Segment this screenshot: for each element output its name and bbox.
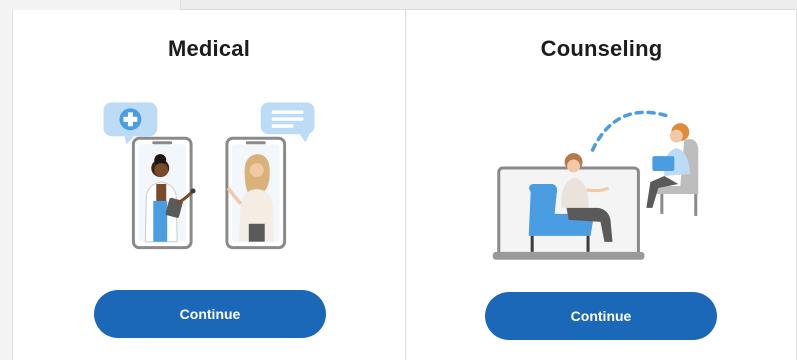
patient-phone-icon [225, 136, 287, 250]
therapist-client-video-session-illustration [492, 110, 699, 260]
client-armchair-icon [646, 123, 699, 216]
laptop-icon [492, 153, 645, 260]
tab-header-left [0, 0, 181, 10]
chat-bubble-icon [260, 102, 315, 143]
care-type-selection: Medical Continue Counseling Continue [0, 0, 797, 360]
tab-header-strip [181, 0, 797, 10]
doctor-phone-icon [131, 136, 196, 250]
counseling-card: Counseling Continue [407, 10, 797, 360]
connection-arc [590, 110, 671, 152]
counseling-card-title: Counseling [540, 36, 663, 61]
medical-card: Medical Continue [12, 10, 406, 360]
counseling-continue-button[interactable]: Continue [485, 292, 717, 340]
doctor-patient-video-call-illustration [103, 102, 315, 250]
medical-continue-button[interactable]: Continue [94, 290, 326, 338]
medical-card-title: Medical [167, 36, 251, 61]
